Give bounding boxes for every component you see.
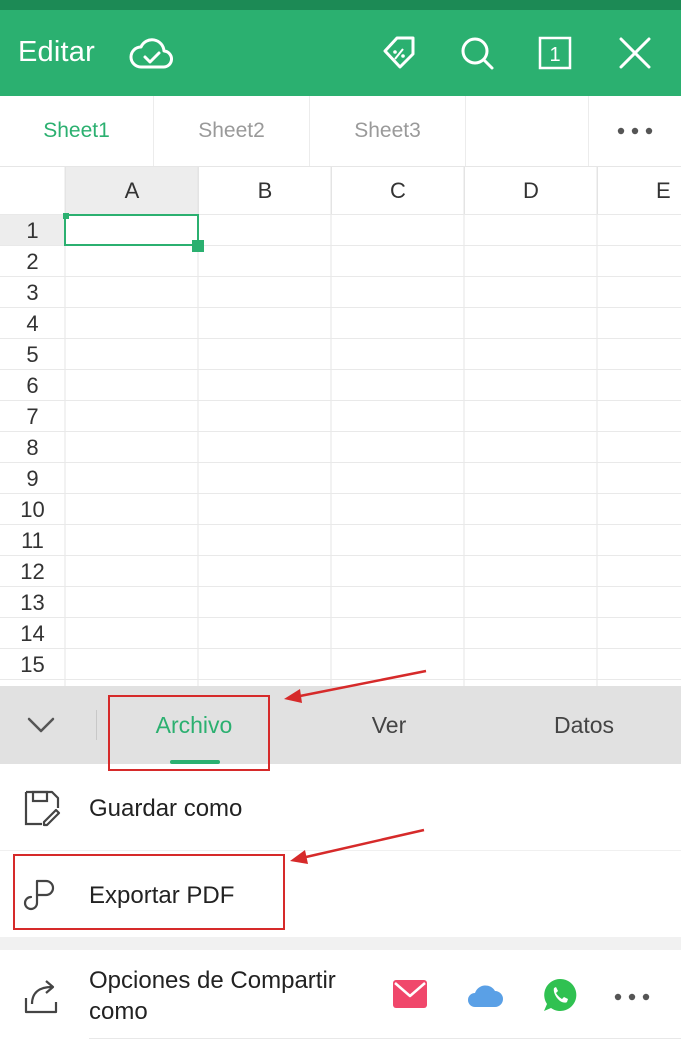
more-icon[interactable] (612, 989, 652, 1007)
share-label-line1: Opciones de Compartir (89, 967, 336, 994)
column-header-e[interactable]: E (598, 167, 681, 215)
save-as-label: Guardar como (89, 795, 243, 822)
row-header-2[interactable]: 2 (0, 246, 65, 277)
menu-item-save-as[interactable]: Guardar como (0, 764, 681, 850)
search-icon[interactable] (454, 30, 500, 76)
sheet-tabs: Sheet1 Sheet2 Sheet3 (0, 96, 681, 167)
column-header-c[interactable]: C (332, 167, 465, 215)
row-header-10[interactable]: 10 (0, 494, 65, 525)
row-header-1[interactable]: 1 (0, 215, 65, 246)
section-divider (0, 937, 681, 950)
tab-empty (466, 96, 589, 166)
highlight-box-export-pdf (13, 854, 285, 930)
tag-percent-icon[interactable] (376, 30, 422, 76)
corner-cell (0, 167, 66, 215)
fill-handle[interactable] (192, 240, 204, 252)
row-header-6[interactable]: 6 (0, 370, 65, 401)
column-header-b[interactable]: B (199, 167, 332, 215)
row-header-7[interactable]: 7 (0, 401, 65, 432)
tab-sheet2[interactable]: Sheet2 (154, 96, 310, 166)
menu-item-share[interactable]: Opciones de Compartir como (0, 950, 681, 1060)
row-header-5[interactable]: 5 (0, 339, 65, 370)
row-header-9[interactable]: 9 (0, 463, 65, 494)
sheet-count-icon[interactable]: 1 (532, 30, 578, 76)
spreadsheet-grid[interactable]: A B C D E 1 2 3 4 5 6 7 8 9 10 11 12 13 14 15 (0, 167, 681, 686)
row-header-15[interactable]: 15 (0, 649, 65, 680)
mail-icon[interactable] (392, 979, 428, 1014)
column-header-a[interactable]: A (66, 167, 199, 215)
row-header-14[interactable]: 14 (0, 618, 65, 649)
status-bar (0, 0, 681, 10)
more-icon[interactable] (589, 96, 681, 166)
row-header-8[interactable]: 8 (0, 432, 65, 463)
bottom-toolbar: Archivo Ver Datos (0, 686, 681, 764)
selected-cell-a1[interactable] (64, 214, 199, 246)
cloud-check-icon[interactable] (128, 30, 174, 76)
column-header-d[interactable]: D (465, 167, 598, 215)
divider (89, 1038, 681, 1039)
row-header-13[interactable]: 13 (0, 587, 65, 618)
row-header-11[interactable]: 11 (0, 525, 65, 556)
svg-text:1: 1 (549, 44, 560, 66)
share-label-line2: como (89, 998, 148, 1025)
selection-handle[interactable] (63, 213, 69, 219)
whatsapp-icon[interactable] (542, 977, 578, 1018)
share-icon (22, 976, 62, 1021)
tab-sheet3[interactable]: Sheet3 (310, 96, 466, 166)
cloud-icon[interactable] (466, 981, 504, 1014)
chevron-down-icon[interactable] (0, 686, 82, 764)
page-title: Editar (18, 36, 95, 68)
tab-ver[interactable]: Ver (320, 686, 458, 764)
close-icon[interactable] (612, 30, 658, 76)
row-header-12[interactable]: 12 (0, 556, 65, 587)
app-bar: Editar 1 (0, 10, 681, 96)
tab-sheet1[interactable]: Sheet1 (0, 96, 154, 166)
row-header-4[interactable]: 4 (0, 308, 65, 339)
highlight-box-archivo (108, 695, 270, 771)
divider (96, 710, 97, 740)
save-as-icon (22, 788, 62, 833)
tab-datos[interactable]: Datos (514, 686, 654, 764)
row-header-3[interactable]: 3 (0, 277, 65, 308)
